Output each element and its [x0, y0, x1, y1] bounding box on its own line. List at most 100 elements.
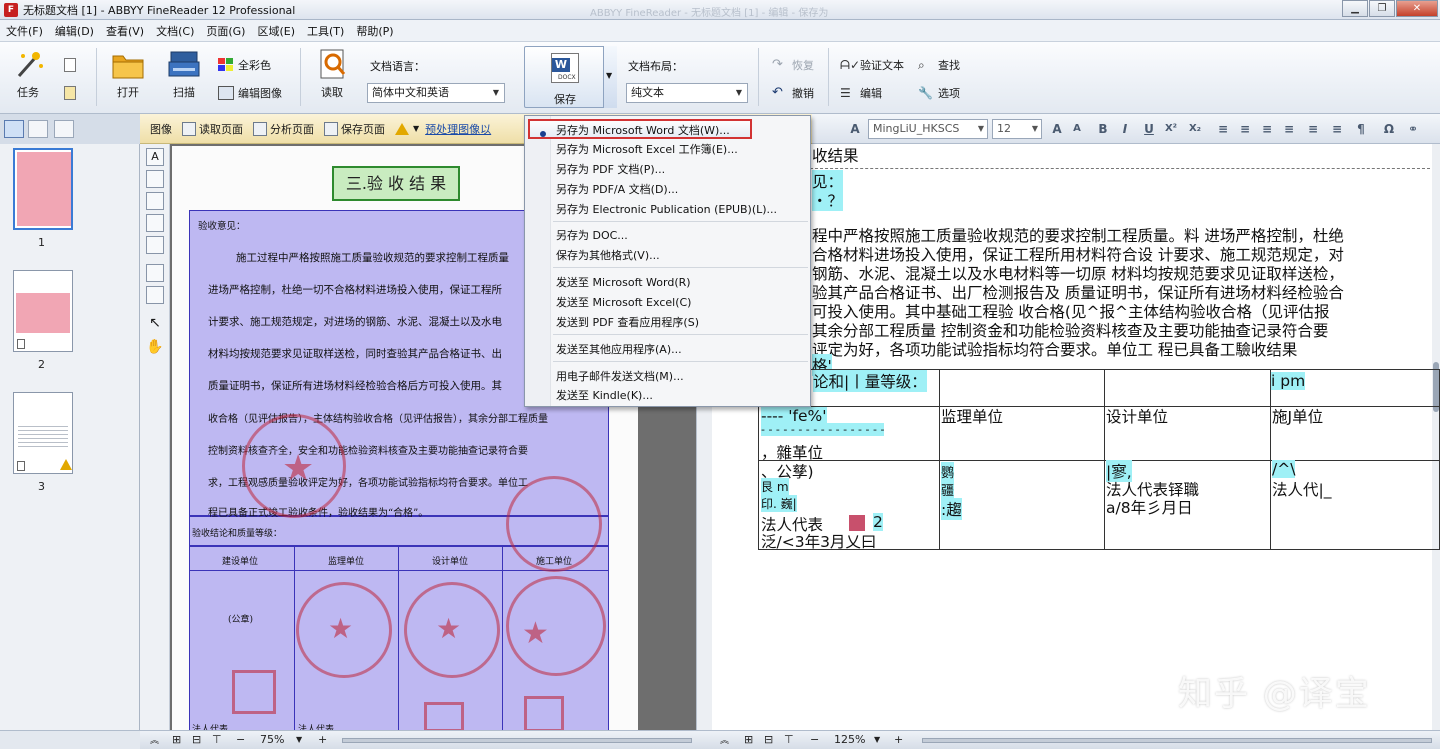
doc-language-select[interactable]: 简体中文和英语 ▼ — [367, 83, 505, 103]
chevron-up-icon[interactable]: ︽ — [720, 733, 729, 746]
settings-view-icon[interactable] — [54, 120, 74, 138]
hyperlink-button[interactable]: ⚭ — [1404, 120, 1422, 138]
italic-button[interactable]: I — [1116, 120, 1134, 138]
subscript-button[interactable]: X₂ — [1186, 120, 1204, 138]
save-page-button[interactable]: 保存页面 — [324, 121, 385, 137]
warning-button[interactable]: ▼ — [395, 122, 419, 135]
menu-save-as-pdf[interactable]: 另存为 PDF 文档(P)... — [556, 161, 665, 177]
options-button[interactable]: 🔧 选项 — [918, 84, 960, 102]
menu-file[interactable]: 文件(F) — [0, 23, 49, 39]
page-thumbnail-2[interactable] — [13, 270, 73, 352]
menu-save-as-excel[interactable]: 另存为 Microsoft Excel 工作簿(E)... — [556, 141, 738, 157]
image-tab[interactable]: 图像 — [150, 121, 172, 137]
horizontal-scrollbar[interactable] — [342, 738, 692, 743]
zoom-out-button[interactable]: − — [236, 733, 245, 746]
doc-props-button[interactable] — [64, 84, 80, 102]
menu-save-as-epub[interactable]: 另存为 Electronic Publication (EPUB)(L)... — [556, 201, 777, 217]
details-view-icon[interactable] — [28, 120, 48, 138]
edit-button[interactable]: ☰ 编辑 — [840, 84, 882, 102]
close-button[interactable]: ✕ — [1396, 0, 1438, 17]
hand-icon[interactable]: ✋ — [146, 338, 164, 356]
task-button[interactable]: 任务 — [8, 48, 48, 100]
shrink-font-button[interactable]: A — [1068, 120, 1086, 138]
chevron-down-icon[interactable]: ▼ — [874, 735, 880, 744]
save-dropdown-toggle[interactable]: ▼ — [603, 46, 617, 108]
maximize-button[interactable]: ❐ — [1369, 0, 1395, 17]
menu-send-to-other-app[interactable]: 发送至其他应用程序(A)... — [556, 341, 682, 357]
verify-text-button[interactable]: ᗩ✓ 验证文本 — [840, 56, 904, 74]
superscript-button[interactable]: X² — [1162, 120, 1180, 138]
font-family-select[interactable]: MingLiU_HKSCS ▼ — [868, 119, 988, 139]
menu-tools[interactable]: 工具(T) — [301, 23, 350, 39]
doc-layout-select[interactable]: 纯文本 ▼ — [626, 83, 748, 103]
indent-button[interactable]: ≡ — [1328, 120, 1346, 138]
page-thumbnail-3[interactable] — [13, 392, 73, 474]
fit-page-icon[interactable]: ⊞ — [172, 733, 181, 746]
zoom-in-button[interactable]: + — [318, 733, 327, 746]
menu-view[interactable]: 查看(V) — [100, 23, 150, 39]
cut-area-tool-icon[interactable] — [146, 264, 164, 282]
ocr-table[interactable]: 论和|丨量等级： i pm ---- 'fe%' - - - - - - - -… — [758, 369, 1440, 551]
minimize-button[interactable]: ▁ — [1342, 0, 1368, 17]
font-style-icon[interactable]: A — [846, 120, 864, 138]
zoom-level[interactable]: 125% — [834, 733, 865, 746]
thumbnail-view-icon[interactable] — [4, 120, 24, 138]
new-doc-button[interactable] — [64, 56, 80, 74]
align-right-button[interactable]: ≡ — [1258, 120, 1276, 138]
undo-button[interactable]: ↶ 撤销 — [772, 84, 814, 102]
menu-document[interactable]: 文档(C) — [150, 23, 200, 39]
analyze-page-button[interactable]: 分析页面 — [253, 121, 314, 137]
page-thumbnail-1[interactable] — [13, 148, 73, 230]
fit-width-icon[interactable]: ⊟ — [192, 733, 201, 746]
menu-save-as-doc[interactable]: 另存为 DOC... — [556, 227, 628, 243]
read-page-button[interactable]: 读取页面 — [182, 121, 243, 137]
menu-page[interactable]: 页面(G) — [200, 23, 251, 39]
justify-button[interactable]: ≡ — [1280, 120, 1298, 138]
menu-save-other-format[interactable]: 保存为其他格式(V)... — [556, 247, 660, 263]
horizontal-scrollbar[interactable] — [922, 738, 1432, 743]
menu-save-as-word[interactable]: 另存为 Microsoft Word 文档(W)... — [556, 122, 730, 138]
fit-height-icon[interactable]: ⊤ — [784, 733, 794, 746]
full-color-button[interactable]: 全彩色 — [218, 56, 271, 74]
picture-area-tool-icon[interactable] — [146, 170, 164, 188]
pointer-icon[interactable]: ↖ — [146, 314, 164, 332]
fit-page-icon[interactable]: ⊞ — [744, 733, 753, 746]
menu-send-by-email[interactable]: 用电子邮件发送文档(M)... — [556, 368, 684, 384]
zoom-level[interactable]: 75% — [260, 733, 284, 746]
scan-button[interactable]: 扫描 — [164, 48, 204, 100]
underline-button[interactable]: U — [1140, 120, 1158, 138]
align-center-button[interactable]: ≡ — [1236, 120, 1254, 138]
zoom-in-button[interactable]: + — [894, 733, 903, 746]
open-button[interactable]: 打开 — [108, 48, 148, 100]
preprocess-image-link[interactable]: 预处理图像以 — [425, 121, 491, 137]
menu-save-as-pdfa[interactable]: 另存为 PDF/A 文档(D)... — [556, 181, 678, 197]
menu-send-to-word[interactable]: 发送至 Microsoft Word(R) — [556, 274, 691, 290]
chevron-down-icon[interactable]: ▼ — [296, 735, 302, 744]
special-char-button[interactable]: Ω — [1380, 120, 1398, 138]
menu-send-to-pdf-viewer[interactable]: 发送到 PDF 查看应用程序(S) — [556, 314, 699, 330]
barcode-area-tool-icon[interactable] — [146, 236, 164, 254]
menu-send-to-kindle[interactable]: 发送至 Kindle(K)... — [556, 387, 653, 403]
find-button[interactable]: ⌕ 查找 — [918, 56, 960, 74]
fit-width-icon[interactable]: ⊟ — [764, 733, 773, 746]
paragraph-button[interactable]: ¶ — [1352, 120, 1370, 138]
redo-button[interactable]: ↷ 恢复 — [772, 56, 814, 74]
edit-image-button[interactable]: 编辑图像 — [218, 84, 282, 102]
menu-edit[interactable]: 编辑(D) — [49, 23, 100, 39]
text-area-tool-icon[interactable]: A — [146, 148, 164, 166]
align-left-button[interactable]: ≡ — [1214, 120, 1232, 138]
read-button[interactable]: 读取 — [312, 48, 352, 100]
grow-font-button[interactable]: A — [1048, 120, 1066, 138]
chevron-up-icon[interactable]: ︽ — [150, 733, 159, 746]
fit-height-icon[interactable]: ⊤ — [212, 733, 222, 746]
zoom-out-button[interactable]: − — [810, 733, 819, 746]
table-area-tool-icon[interactable] — [146, 214, 164, 232]
menu-help[interactable]: 帮助(P) — [350, 23, 399, 39]
order-area-tool-icon[interactable] — [146, 286, 164, 304]
background-picture-tool-icon[interactable] — [146, 192, 164, 210]
font-size-select[interactable]: 12 ▼ — [992, 119, 1042, 139]
menu-send-to-excel[interactable]: 发送至 Microsoft Excel(C) — [556, 294, 691, 310]
list-button[interactable]: ≡ — [1304, 120, 1322, 138]
menu-area[interactable]: 区域(E) — [251, 23, 301, 39]
bold-button[interactable]: B — [1094, 120, 1112, 138]
